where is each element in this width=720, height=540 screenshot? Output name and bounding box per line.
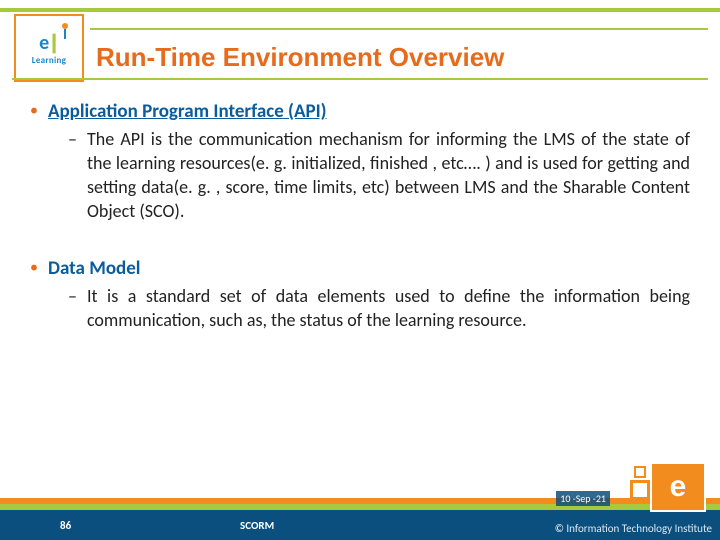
credit-text: Information Technology Institute bbox=[566, 522, 712, 535]
sub-bullet-item: – The API is the communication mechanism… bbox=[68, 127, 690, 223]
top-accent-line bbox=[0, 8, 720, 12]
institute-logo: e bbox=[650, 462, 706, 512]
bullet-item: • Data Model bbox=[30, 257, 690, 280]
header-top-rule bbox=[90, 28, 708, 30]
footer-credit: © Information Technology Institute bbox=[555, 522, 712, 535]
bullet-heading: Application Program Interface (API) bbox=[48, 100, 327, 123]
institute-logo-letter: e bbox=[670, 470, 687, 504]
brand-logo: e┃ Learning bbox=[14, 14, 84, 82]
bullet-heading: Data Model bbox=[48, 257, 141, 280]
logo-letter-text: e bbox=[39, 31, 49, 55]
header-bottom-rule bbox=[12, 78, 708, 80]
decorative-square-icon bbox=[634, 466, 646, 478]
dash-icon: – bbox=[68, 284, 77, 308]
content-area: • Application Program Interface (API) – … bbox=[30, 100, 690, 332]
page-title: Run-Time Environment Overview bbox=[96, 42, 504, 73]
dash-icon: – bbox=[68, 127, 77, 151]
bullet-dot-icon: • bbox=[30, 100, 38, 122]
copyright-symbol: © bbox=[555, 522, 564, 535]
sub-bullet-text: The API is the communication mechanism f… bbox=[87, 127, 690, 223]
logo-letter: e┃ bbox=[39, 31, 59, 55]
footer-label: SCORM bbox=[240, 519, 274, 532]
sub-bullet-item: – It is a standard set of data elements … bbox=[68, 284, 690, 332]
sub-bullet-text: It is a standard set of data elements us… bbox=[87, 284, 690, 332]
logo-subtext: Learning bbox=[32, 55, 67, 66]
bullet-dot-icon: • bbox=[30, 257, 38, 279]
page-number: 86 bbox=[60, 519, 71, 532]
footer-date: 10 -Sep -21 bbox=[556, 491, 610, 506]
bullet-item: • Application Program Interface (API) bbox=[30, 100, 690, 123]
decorative-square-icon bbox=[630, 480, 650, 500]
logo-figure-icon bbox=[59, 23, 71, 39]
